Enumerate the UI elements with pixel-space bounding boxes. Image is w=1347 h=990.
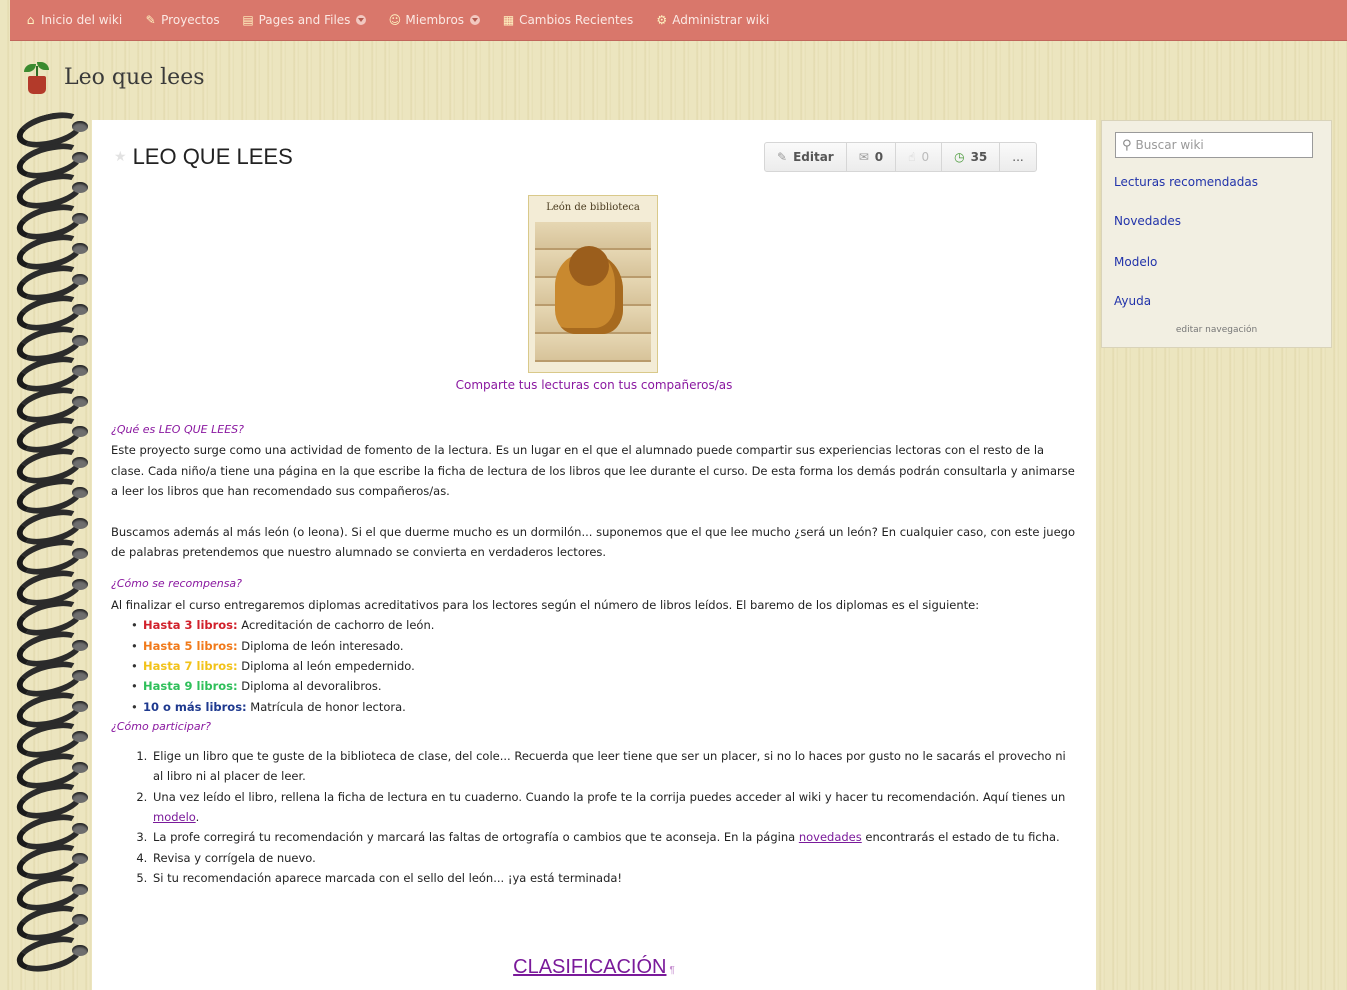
- list-item: Elige un libro que te guste de la biblio…: [151, 746, 1079, 787]
- paragraph: Buscamos además al más león (o leona). S…: [111, 524, 1076, 560]
- steps-list: Elige un libro que te guste de la biblio…: [111, 746, 1079, 889]
- like-button[interactable]: ☝ 0: [896, 143, 943, 171]
- page-title: ★ LEO QUE LEES: [114, 144, 293, 169]
- home-icon: ⌂: [26, 12, 35, 27]
- spiral-ring: [13, 441, 94, 490]
- list-item: La profe corregirá tu recomendación y ma…: [151, 827, 1079, 847]
- spiral-ring: [13, 563, 94, 612]
- more-button[interactable]: ...: [1000, 143, 1035, 171]
- heading-participate: ¿Cómo participar?: [111, 720, 211, 734]
- list-item: Hasta 5 libros: Diploma de león interesa…: [131, 636, 1079, 657]
- level-label: Hasta 3 libros:: [143, 618, 238, 633]
- plant-pot-icon: [22, 58, 52, 96]
- edit-icon: ✎: [777, 150, 788, 164]
- spiral-ring: [13, 594, 94, 642]
- spiral-ring: [13, 685, 94, 734]
- notebook-spiral: [13, 106, 94, 990]
- spiral-ring: [13, 929, 94, 978]
- members-icon: ☺: [388, 12, 402, 27]
- list-item: Revisa y corrígela de nuevo.: [151, 848, 1079, 868]
- top-nav-bar: ⌂ Inicio del wiki ✎ Proyectos ▤ Pages an…: [10, 0, 1347, 41]
- sidebar-navigation: ⚲ Buscar wiki Lecturas recomendadas Nove…: [1101, 120, 1332, 348]
- spiral-ring: [13, 472, 94, 520]
- novedades-link[interactable]: novedades: [799, 830, 862, 844]
- nav-projects[interactable]: ✎ Proyectos: [144, 12, 220, 27]
- book-cover-image[interactable]: León de biblioteca: [528, 195, 658, 373]
- comment-icon: ✉: [858, 150, 869, 164]
- list-item: Una vez leído el libro, rellena la ficha…: [151, 787, 1079, 828]
- nav-recent-changes[interactable]: ▦ Cambios Recientes: [502, 13, 633, 27]
- sidebar-item-novedades[interactable]: Novedades: [1114, 214, 1181, 228]
- classification-link[interactable]: CLASIFICACIÓN: [513, 956, 666, 978]
- spiral-ring: [13, 197, 94, 246]
- sidebar-item-ayuda[interactable]: Ayuda: [1114, 294, 1151, 308]
- list-item: Si tu recomendación aparece marcada con …: [151, 868, 1079, 888]
- spiral-ring: [13, 807, 94, 856]
- spiral-ring: [13, 838, 94, 886]
- diploma-levels-list: Hasta 3 libros: Acreditación de cachorro…: [111, 615, 1079, 717]
- star-icon[interactable]: ★: [114, 149, 127, 165]
- spiral-ring: [13, 106, 94, 154]
- chevron-down-icon[interactable]: [356, 15, 367, 25]
- spiral-ring: [13, 258, 94, 307]
- spiral-ring: [13, 868, 94, 917]
- spiral-ring: [13, 533, 94, 581]
- edit-button[interactable]: ✎ Editar: [765, 143, 847, 171]
- spiral-ring: [13, 655, 94, 703]
- spiral-ring: [13, 777, 94, 825]
- list-item: 10 o más libros: Matrícula de honor lect…: [131, 697, 1079, 718]
- page-actions: ✎ Editar ✉ 0 ☝ 0 ◷ 35 ...: [764, 142, 1037, 172]
- spiral-ring: [13, 899, 94, 947]
- spiral-ring: [13, 319, 94, 368]
- spiral-ring: [13, 746, 94, 795]
- views-button[interactable]: ◷ 35: [942, 143, 1001, 171]
- nav-members[interactable]: ☺ Miembros: [388, 12, 481, 27]
- level-label: 10 o más libros:: [143, 699, 247, 714]
- gear-icon: ⚙: [656, 12, 668, 27]
- chevron-down-icon[interactable]: [470, 15, 481, 25]
- heading-reward: ¿Cómo se recompensa?: [111, 577, 243, 591]
- page-content: ★ LEO QUE LEES ✎ Editar ✉ 0 ☝ 0 ◷ 35 ...…: [92, 120, 1096, 990]
- nav-home[interactable]: ⌂ Inicio del wiki: [24, 13, 122, 27]
- spiral-ring: [13, 502, 94, 551]
- spiral-ring: [13, 716, 94, 764]
- level-label: Hasta 5 libros:: [143, 638, 238, 653]
- nav-manage-wiki[interactable]: ⚙ Administrar wiki: [655, 13, 769, 27]
- spiral-ring: [13, 228, 94, 276]
- site-title[interactable]: Leo que lees: [64, 65, 205, 90]
- anchor-mark[interactable]: ¶: [669, 965, 674, 976]
- image-caption: Comparte tus lecturas con tus compañeros…: [455, 378, 733, 392]
- page-body: ¿Qué es LEO QUE LEES? Este proyecto surg…: [111, 420, 1079, 889]
- sidebar-item-modelo[interactable]: Modelo: [1114, 255, 1157, 269]
- projects-icon: ✎: [145, 12, 156, 27]
- spiral-ring: [13, 136, 94, 185]
- list-item: Hasta 7 libros: Diploma al león empedern…: [131, 656, 1079, 677]
- spiral-ring: [13, 350, 94, 398]
- thumbs-up-icon: ☝: [908, 150, 916, 164]
- history-icon: ◷: [954, 150, 965, 164]
- nav-pages-and-files[interactable]: ▤ Pages and Files: [242, 13, 367, 27]
- classification-heading: CLASIFICACIÓN ¶: [92, 956, 1096, 979]
- comments-button[interactable]: ✉ 0: [847, 143, 897, 171]
- list-item: Hasta 3 libros: Acreditación de cachorro…: [131, 615, 1079, 636]
- spiral-ring: [13, 167, 94, 215]
- modelo-link[interactable]: modelo: [153, 810, 196, 824]
- edit-navigation-link[interactable]: editar navegación: [1102, 325, 1331, 335]
- heading-what: ¿Qué es LEO QUE LEES?: [111, 423, 244, 436]
- calendar-icon: ▦: [502, 12, 515, 27]
- spiral-ring: [13, 411, 94, 459]
- site-header: Leo que lees: [22, 58, 205, 96]
- spiral-ring: [13, 624, 94, 673]
- spiral-ring: [13, 289, 94, 337]
- search-input[interactable]: ⚲ Buscar wiki: [1115, 132, 1313, 158]
- level-label: Hasta 9 libros:: [143, 679, 238, 694]
- level-label: Hasta 7 libros:: [143, 659, 238, 674]
- sidebar-item-lecturas-recomendadas[interactable]: Lecturas recomendadas: [1114, 175, 1258, 189]
- spiral-ring: [13, 380, 94, 429]
- paragraph: Al finalizar el curso entregaremos diplo…: [111, 597, 980, 612]
- paragraph: Este proyecto surge como una actividad d…: [111, 443, 1075, 499]
- list-item: Hasta 9 libros: Diploma al devoralibros.: [131, 676, 1079, 697]
- search-icon: ⚲: [1122, 137, 1132, 153]
- pages-icon: ▤: [242, 12, 254, 27]
